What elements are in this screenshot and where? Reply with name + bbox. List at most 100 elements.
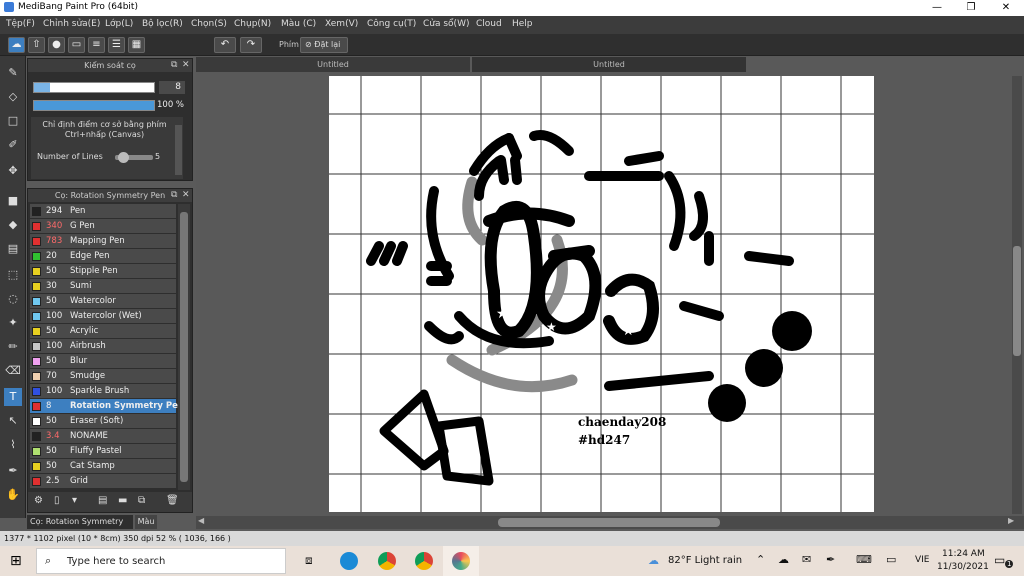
chevron-up-icon[interactable]: ⌃ — [756, 553, 765, 566]
operation-tool-icon[interactable]: ↖ — [4, 412, 22, 430]
horizontal-scrollbar-thumb[interactable] — [498, 518, 720, 527]
tab-document-1[interactable]: Untitled — [196, 57, 470, 72]
brush-row[interactable]: 340 G Pen — [30, 219, 176, 234]
search-box[interactable]: ⌕ Type here to search — [36, 548, 286, 574]
menu-view[interactable]: Xem(V) — [325, 19, 358, 29]
duplicate-icon[interactable]: ⧉ — [138, 495, 145, 506]
language-indicator[interactable]: VIE — [915, 555, 930, 565]
menu-layer[interactable]: Lớp(L) — [105, 19, 133, 29]
minimize-button[interactable]: — — [920, 0, 954, 16]
fill-rect-tool-icon[interactable]: ■ — [4, 192, 22, 210]
brush-size-slider[interactable] — [33, 82, 155, 93]
brush-row[interactable]: 50 Blur — [30, 354, 176, 369]
tab-brush-panel[interactable]: Cọ: Rotation Symmetry Pen — [27, 515, 133, 540]
dot-pen-tool-icon[interactable]: ✐ — [4, 136, 22, 154]
eyedropper-tool-icon[interactable]: ⌇ — [4, 436, 22, 454]
brush-row[interactable]: 70 Smudge — [30, 369, 176, 384]
lines-slider-thumb[interactable] — [118, 152, 129, 163]
brush-row[interactable]: 50 Cat Stamp — [30, 459, 176, 474]
brush-row[interactable]: 100 Watercolor (Wet) — [30, 309, 176, 324]
gradient-tool-icon[interactable]: ▤ — [4, 240, 22, 258]
add-brush-dropdown-icon[interactable]: ▾ — [72, 495, 77, 506]
brush-row[interactable]: 30 Sumi — [30, 279, 176, 294]
select-rect-tool-icon[interactable]: ⬚ — [4, 266, 22, 284]
medibang-taskbar-button[interactable] — [443, 546, 479, 576]
task-view-icon[interactable]: ⧈ — [305, 553, 313, 568]
vertical-scrollbar[interactable] — [1012, 76, 1022, 514]
vertical-scrollbar-thumb[interactable] — [1013, 246, 1021, 356]
mail-icon[interactable]: ✉ — [802, 553, 811, 566]
comment-icon[interactable]: ● — [48, 37, 65, 53]
clock-date[interactable]: 11/30/2021 — [937, 562, 989, 572]
display-icon[interactable]: ▭ — [886, 553, 896, 566]
lines-slider[interactable] — [115, 152, 153, 163]
maximize-button[interactable]: ❐ — [954, 0, 988, 16]
brush-row[interactable]: 50 Fluffy Pastel — [30, 444, 176, 459]
rectangle-tool-icon[interactable]: □ — [4, 112, 22, 130]
brush-row[interactable]: 8 Rotation Symmetry Pen — [30, 399, 184, 414]
brush-list-scrollbar[interactable] — [178, 204, 190, 490]
chrome-icon-2[interactable] — [415, 552, 433, 570]
brush-tool-icon[interactable]: ✎ — [4, 64, 22, 82]
eraser-tool-icon[interactable]: ◇ — [4, 88, 22, 106]
keyboard-icon[interactable]: ⌨ — [856, 553, 872, 566]
grid-icon[interactable]: ▦ — [128, 37, 145, 53]
brush-row[interactable]: 50 Acrylic — [30, 324, 176, 339]
undo-icon[interactable]: ↶ — [214, 37, 236, 53]
select-pen-tool-icon[interactable]: ✏ — [4, 338, 22, 356]
reset-button[interactable]: ⊘ Đặt lại — [300, 37, 348, 53]
weather-text[interactable]: 82°F Light rain — [668, 555, 742, 566]
brush-row[interactable]: 50 Stipple Pen — [30, 264, 176, 279]
menu-filter[interactable]: Bộ lọc(R) — [142, 19, 183, 29]
select-eraser-tool-icon[interactable]: ⌫ — [4, 362, 22, 380]
opacity-slider[interactable] — [33, 100, 155, 111]
hand-tool-icon[interactable]: ✋ — [4, 486, 22, 504]
trash-icon[interactable]: 🗑 — [166, 495, 179, 506]
notification-icon[interactable]: ▭ — [994, 553, 1005, 567]
options-scrollbar[interactable] — [175, 125, 182, 175]
edge-browser-icon[interactable] — [340, 552, 358, 570]
brush-row[interactable]: 3.4 NONAME — [30, 429, 176, 444]
menu-file[interactable]: Tệp(F) — [6, 19, 35, 29]
tab-document-2[interactable]: Untitled — [472, 57, 746, 72]
text-tool-icon[interactable]: T — [4, 388, 22, 406]
scroll-right-icon[interactable]: ▶ — [1008, 516, 1014, 525]
brush-properties-icon[interactable]: ▤ — [98, 495, 107, 506]
upload-icon[interactable]: ⇧ — [28, 37, 45, 53]
scroll-left-icon[interactable]: ◀ — [198, 516, 204, 525]
scrollbar-thumb[interactable] — [180, 212, 188, 482]
brush-row[interactable]: 100 Sparkle Brush — [30, 384, 176, 399]
brush-row[interactable]: 20 Edge Pen — [30, 249, 176, 264]
cloud-icon[interactable]: ☁ — [8, 37, 25, 53]
folder-icon[interactable]: ▬ — [118, 495, 127, 506]
horizontal-scrollbar[interactable]: ◀ ▶ — [196, 516, 1024, 529]
chrome-icon[interactable] — [378, 552, 396, 570]
close-panel-icon[interactable]: ✕ — [182, 190, 190, 200]
undock-icon[interactable]: ⧉ — [171, 60, 177, 70]
brush-settings-icon[interactable]: ⚙ — [34, 495, 43, 506]
chat-icon[interactable]: ▭ — [68, 37, 85, 53]
menu-help[interactable]: Help — [512, 19, 533, 29]
document-icon[interactable]: ≡ — [88, 37, 105, 53]
brush-row[interactable]: 100 Airbrush — [30, 339, 176, 354]
menu-capture[interactable]: Chụp(N) — [234, 19, 271, 29]
pen-tool-icon[interactable]: ✒ — [4, 462, 22, 480]
drawing-canvas[interactable]: ★ ★ ★ chaenday208 #hd247 — [329, 76, 874, 512]
lasso-tool-icon[interactable]: ◌ — [4, 290, 22, 308]
brush-row[interactable]: 2.5 Grid — [30, 474, 176, 489]
tab-color-panel[interactable]: Màu — [135, 515, 157, 529]
move-tool-icon[interactable]: ✥ — [4, 162, 22, 180]
brush-size-value[interactable]: 8 — [159, 81, 185, 94]
bucket-tool-icon[interactable]: ◆ — [4, 216, 22, 234]
close-panel-icon[interactable]: ✕ — [182, 60, 190, 70]
new-brush-icon[interactable]: ▯ — [54, 495, 60, 506]
brush-row[interactable]: 50 Eraser (Soft) — [30, 414, 176, 429]
brush-row[interactable]: 783 Mapping Pen — [30, 234, 176, 249]
brush-row[interactable]: 294 Pen — [30, 204, 176, 219]
menu-color[interactable]: Màu (C) — [281, 19, 316, 29]
undock-icon[interactable]: ⧉ — [171, 190, 177, 200]
weather-icon[interactable]: ☁ — [648, 554, 659, 567]
brush-row[interactable]: 50 Watercolor — [30, 294, 176, 309]
onedrive-icon[interactable]: ☁ — [778, 553, 789, 566]
menu-cloud[interactable]: Cloud — [476, 19, 502, 29]
